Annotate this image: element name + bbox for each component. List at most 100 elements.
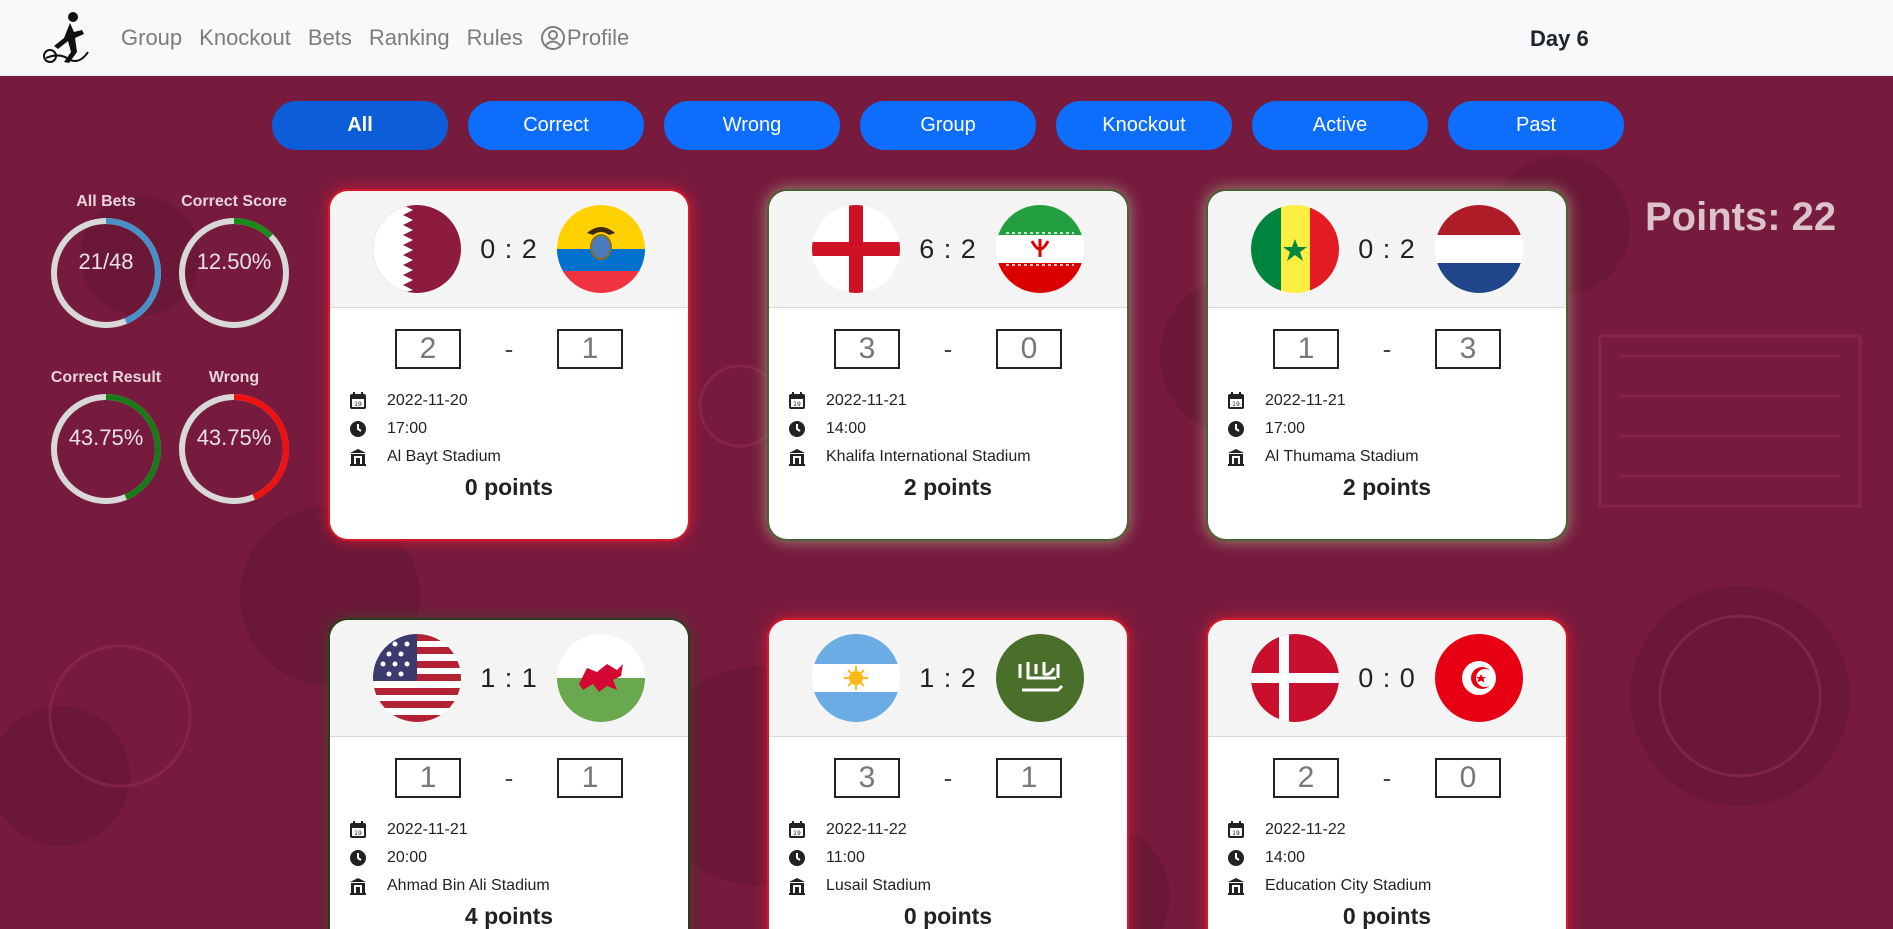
- qatar-flag-icon: [373, 205, 461, 293]
- match-time: 17:00: [387, 420, 428, 437]
- bet-away-score[interactable]: 0: [1435, 758, 1501, 798]
- match-time: 17:00: [1265, 420, 1306, 437]
- filter-wrong-button[interactable]: Wrong: [664, 101, 840, 150]
- denmark-flag-icon: [1251, 634, 1339, 722]
- stat-label: All Bets: [76, 193, 136, 210]
- match-stadium: Khalifa International Stadium: [826, 448, 1031, 465]
- match-stadium: Ahmad Bin Ali Stadium: [387, 877, 550, 894]
- football-player-logo-icon[interactable]: [40, 8, 96, 66]
- nav-links: Group Knockout Bets Ranking Rules Profil…: [121, 0, 646, 76]
- match-info: 19 2022-11-21 14:00 Khalifa Internationa…: [787, 387, 1127, 471]
- filter-correct-button[interactable]: Correct: [468, 101, 644, 150]
- bet-away-score[interactable]: 0: [996, 329, 1062, 369]
- bet-away-score[interactable]: 3: [1435, 329, 1501, 369]
- match-points: 0 points: [464, 474, 554, 500]
- match-stadium: Al Bayt Stadium: [387, 448, 501, 465]
- nav-profile[interactable]: Profile: [540, 25, 629, 51]
- calendar-icon: 19: [1228, 392, 1244, 409]
- match-time-row: 17:00: [1226, 415, 1566, 443]
- nav-profile-label: Profile: [566, 25, 630, 50]
- bet-home-score[interactable]: 1: [395, 758, 461, 798]
- match-card[interactable]: 1 : 1 1 - 1 19 2022-11-21 20:00 Ahmad Bi…: [330, 620, 688, 929]
- stadium-icon: [1228, 449, 1244, 466]
- filter-active-button[interactable]: Active: [1252, 101, 1428, 150]
- stat-value: 12.50%: [196, 249, 272, 274]
- match-card[interactable]: 6 : 2 3 - 0 19 2022-11-21 14:00 Khalifa …: [769, 191, 1127, 539]
- netherlands-flag-icon: [1435, 205, 1523, 293]
- stat-correct-result: Correct Result 43.75%: [46, 369, 166, 507]
- user-circle-icon: [540, 26, 565, 50]
- match-stadium: Education City Stadium: [1265, 877, 1432, 894]
- calendar-icon: 19: [789, 392, 805, 409]
- match-card-header: 0 : 0: [1208, 620, 1566, 737]
- match-card-header: 1 : 2: [769, 620, 1127, 737]
- stadium-icon: [350, 449, 366, 466]
- match-points: 2 points: [1342, 474, 1432, 500]
- bet-away-score[interactable]: 1: [557, 758, 623, 798]
- calendar-icon: 19: [350, 821, 366, 838]
- senegal-flag-icon: [1251, 205, 1339, 293]
- filter-knockout-button[interactable]: Knockout: [1056, 101, 1232, 150]
- match-card[interactable]: 1 : 2 3 - 1 19 2022-11-22 11:00 Lusail S…: [769, 620, 1127, 929]
- england-flag-icon: [812, 205, 900, 293]
- tunisia-flag-icon: [1435, 634, 1523, 722]
- nav-knockout[interactable]: Knockout: [199, 25, 291, 51]
- match-date: 2022-11-21: [826, 392, 907, 409]
- match-date: 2022-11-20: [387, 392, 468, 409]
- svg-text:19: 19: [1232, 830, 1240, 837]
- match-date: 2022-11-22: [1265, 821, 1346, 838]
- match-time-row: 11:00: [787, 844, 1127, 872]
- bet-away-score[interactable]: 1: [557, 329, 623, 369]
- day-label: Day 6: [1530, 26, 1589, 51]
- match-points: 0 points: [903, 903, 993, 929]
- bet-separator: -: [504, 333, 514, 364]
- nav-rules[interactable]: Rules: [467, 25, 523, 51]
- clock-icon: [350, 421, 366, 437]
- filter-all-button[interactable]: All: [272, 101, 448, 150]
- match-result: 1 : 1: [480, 662, 538, 693]
- match-card[interactable]: 0 : 0 2 - 0 19 2022-11-22 14:00 Educatio…: [1208, 620, 1566, 929]
- match-date: 2022-11-22: [826, 821, 907, 838]
- bet-row: 2 - 0: [1208, 758, 1566, 798]
- match-points: 2 points: [903, 474, 993, 500]
- bet-separator: -: [943, 333, 953, 364]
- stat-label: Correct Result: [50, 369, 162, 386]
- match-points: 4 points: [464, 903, 554, 929]
- match-date-row: 19 2022-11-21: [1226, 387, 1566, 415]
- nav-group[interactable]: Group: [121, 25, 182, 51]
- stadium-icon: [1228, 878, 1244, 895]
- match-result: 0 : 2: [480, 233, 538, 264]
- filter-past-button[interactable]: Past: [1448, 101, 1624, 150]
- stat-value: 21/48: [78, 249, 134, 274]
- bet-home-score[interactable]: 2: [395, 329, 461, 369]
- bet-home-score[interactable]: 2: [1273, 758, 1339, 798]
- match-card-header: 6 : 2: [769, 191, 1127, 308]
- match-card-header: 0 : 2: [1208, 191, 1566, 308]
- stadium-icon: [350, 878, 366, 895]
- stat-value: 43.75%: [68, 425, 144, 450]
- nav-ranking[interactable]: Ranking: [369, 25, 450, 51]
- match-stadium-row: Al Thumama Stadium: [1226, 443, 1566, 471]
- bet-separator: -: [1382, 762, 1392, 793]
- stadium-icon: [789, 878, 805, 895]
- svg-text:19: 19: [793, 401, 801, 408]
- stat-label: Correct Score: [181, 193, 287, 210]
- match-info: 19 2022-11-20 17:00 Al Bayt Stadium: [348, 387, 688, 471]
- points-total: Points: 22: [1645, 195, 1837, 239]
- bet-home-score[interactable]: 3: [834, 758, 900, 798]
- bet-home-score[interactable]: 3: [834, 329, 900, 369]
- clock-icon: [1228, 421, 1244, 437]
- filter-group-button[interactable]: Group: [860, 101, 1036, 150]
- match-date-row: 19 2022-11-22: [1226, 816, 1566, 844]
- bet-away-score[interactable]: 1: [996, 758, 1062, 798]
- match-card[interactable]: 0 : 2 1 - 3 19 2022-11-21 17:00 Al Thuma…: [1208, 191, 1566, 539]
- match-date: 2022-11-21: [387, 821, 468, 838]
- nav-bets[interactable]: Bets: [308, 25, 352, 51]
- saudi-arabia-flag-icon: [996, 634, 1084, 722]
- match-points: 0 points: [1342, 903, 1432, 929]
- match-card[interactable]: 0 : 2 2 - 1 19 2022-11-20 17:00 Al Bayt …: [330, 191, 688, 539]
- bet-separator: -: [1382, 333, 1392, 364]
- bet-home-score[interactable]: 1: [1273, 329, 1339, 369]
- match-time: 11:00: [826, 849, 865, 866]
- match-time: 14:00: [1265, 849, 1306, 866]
